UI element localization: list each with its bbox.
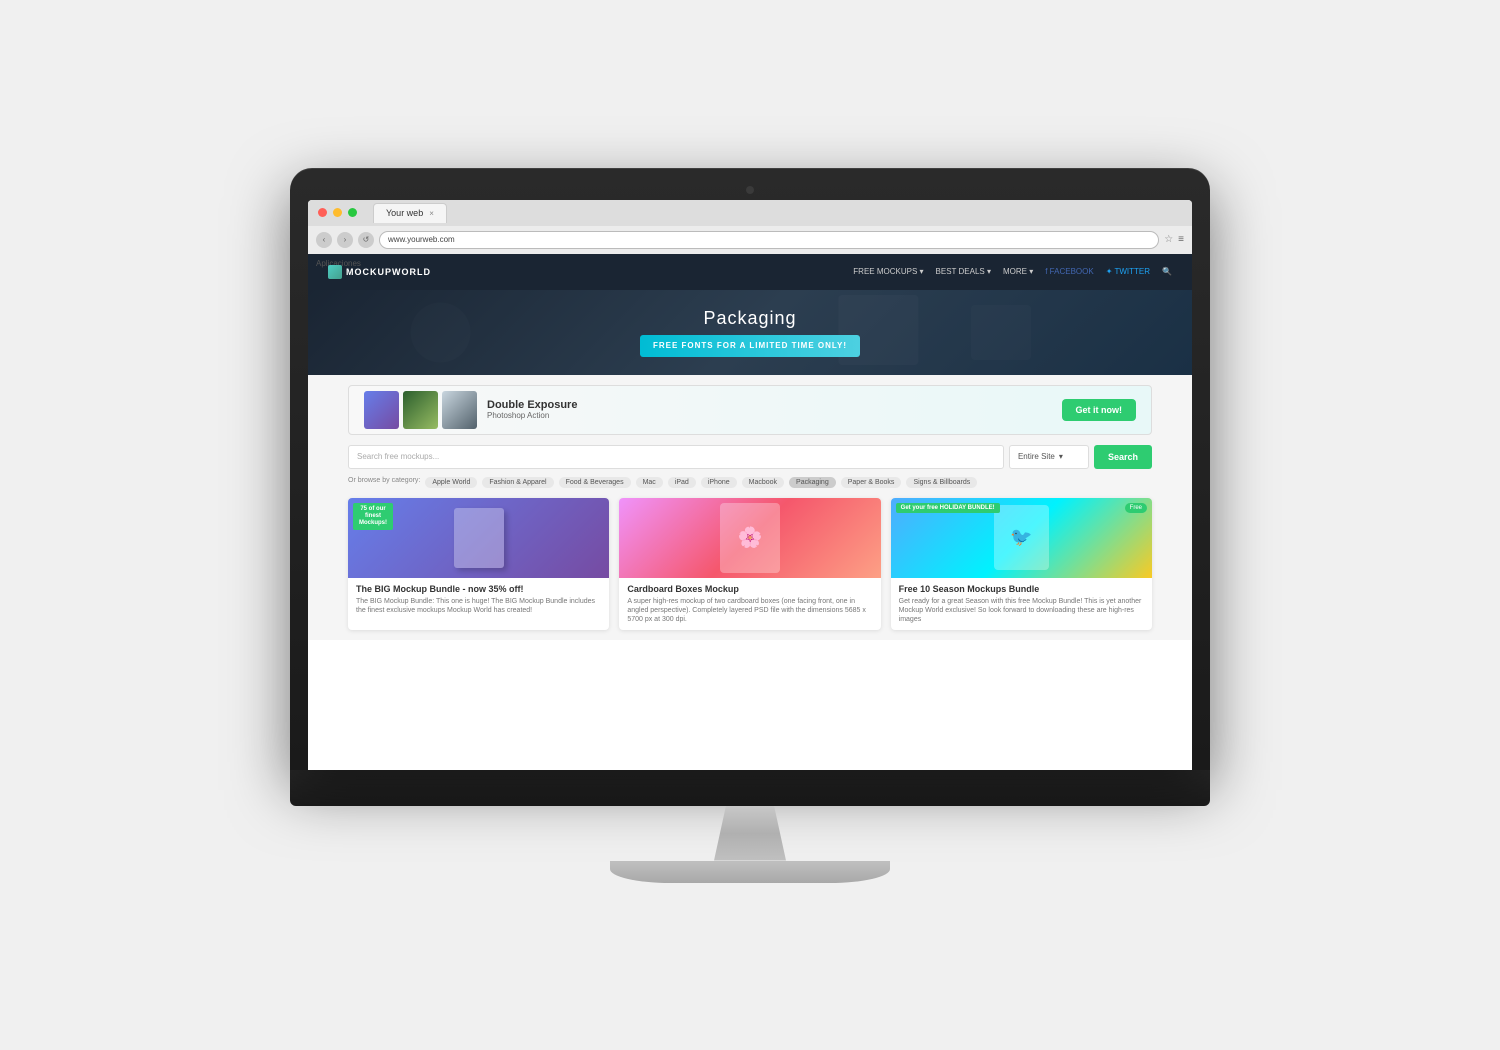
ad-text-block: Double Exposure Photoshop Action	[487, 399, 577, 420]
category-paper[interactable]: Paper & Books	[841, 477, 902, 488]
card-1-image: 75 of ourfinestMockups!	[348, 498, 609, 578]
site-nav: MOCKUPWORLD FREE MOCKUPS ▾ BEST DEALS ▾ …	[308, 254, 1192, 290]
url-text: www.yourweb.com	[388, 235, 455, 244]
search-placeholder: Search free mockups...	[357, 452, 439, 461]
card-2[interactable]: 🌸 Cardboard Boxes Mockup A super high-re…	[619, 498, 880, 630]
nav-links: FREE MOCKUPS ▾ BEST DEALS ▾ MORE ▾ f FAC…	[853, 267, 1172, 276]
card-1-mockup	[454, 508, 504, 568]
imac-screen: Your web × ‹ › ↺ www.yourweb.com ☆ ≡ Apl…	[308, 200, 1192, 770]
bookmark-icon[interactable]: ☆	[1164, 234, 1173, 245]
ad-photo-1	[364, 391, 399, 429]
ad-title: Double Exposure	[487, 399, 577, 411]
card-2-image: 🌸	[619, 498, 880, 578]
category-signs[interactable]: Signs & Billboards	[906, 477, 977, 488]
hero-bg	[308, 290, 1192, 375]
card-1-title: The BIG Mockup Bundle - now 35% off!	[356, 584, 601, 594]
minimize-window-button[interactable]	[333, 208, 342, 217]
nav-best-deals[interactable]: BEST DEALS ▾	[936, 267, 991, 276]
dropdown-arrow-icon: ▾	[1059, 452, 1063, 461]
card-1-body: The BIG Mockup Bundle - now 35% off! The…	[348, 578, 609, 621]
category-ipad[interactable]: iPad	[668, 477, 696, 488]
ad-banner: Double Exposure Photoshop Action Get it …	[348, 385, 1152, 435]
search-filter-label: Entire Site	[1018, 452, 1055, 461]
ad-photo-3	[442, 391, 477, 429]
card-2-mockup: 🌸	[720, 503, 780, 573]
logo-text: MOCKUPWORLD	[346, 267, 431, 277]
hero-banner-text: FREE FONTS FOR A LIMITED TIME ONLY!	[653, 341, 847, 350]
card-2-body: Cardboard Boxes Mockup A super high-res …	[619, 578, 880, 630]
card-3-free-badge: Free	[1125, 503, 1147, 513]
category-apple-world[interactable]: Apple World	[425, 477, 477, 488]
site-hero: Packaging FREE FONTS FOR A LIMITED TIME …	[308, 290, 1192, 375]
card-3-badge: Get your free HOLIDAY BUNDLE!	[896, 503, 1000, 513]
ad-photo-2	[403, 391, 438, 429]
card-1-desc: The BIG Mockup Bundle: This one is huge!…	[356, 597, 601, 615]
site-main: Double Exposure Photoshop Action Get it …	[308, 375, 1192, 640]
category-fashion[interactable]: Fashion & Apparel	[482, 477, 553, 488]
card-2-title: Cardboard Boxes Mockup	[627, 584, 872, 594]
card-3-title: Free 10 Season Mockups Bundle	[899, 584, 1144, 594]
ad-subtitle: Photoshop Action	[487, 411, 577, 420]
logo-icon	[328, 265, 342, 279]
nav-search-icon[interactable]: 🔍	[1162, 267, 1172, 276]
nav-more[interactable]: MORE ▾	[1003, 267, 1033, 276]
back-button[interactable]: ‹	[316, 232, 332, 248]
hero-banner[interactable]: FREE FONTS FOR A LIMITED TIME ONLY!	[640, 335, 860, 357]
ad-left: Double Exposure Photoshop Action	[364, 391, 577, 429]
nav-facebook[interactable]: f FACEBOOK	[1045, 267, 1093, 276]
imac-stand-neck	[690, 806, 810, 861]
ad-photos	[364, 391, 477, 429]
search-button[interactable]: Search	[1094, 445, 1152, 469]
card-2-desc: A super high-res mockup of two cardboard…	[627, 597, 872, 624]
refresh-button[interactable]: ↺	[358, 232, 374, 248]
site-logo[interactable]: MOCKUPWORLD	[328, 265, 431, 279]
card-3[interactable]: 🐦 Get your free HOLIDAY BUNDLE! Free Fre…	[891, 498, 1152, 630]
page-title: Packaging	[703, 308, 796, 329]
search-row: Search free mockups... Entire Site ▾ Sea…	[348, 445, 1152, 469]
browser-tab[interactable]: Your web ×	[373, 203, 447, 223]
imac-camera	[746, 186, 754, 194]
category-iphone[interactable]: iPhone	[701, 477, 737, 488]
close-window-button[interactable]	[318, 208, 327, 217]
nav-twitter[interactable]: ✦ TWITTER	[1106, 267, 1150, 276]
category-packaging[interactable]: Packaging	[789, 477, 836, 488]
category-row: Or browse by category: Apple World Fashi…	[348, 477, 1152, 488]
browser-titlebar: Your web ×	[308, 200, 1192, 226]
browser-menu-icon[interactable]: ≡	[1178, 234, 1184, 245]
card-3-desc: Get ready for a great Season with this f…	[899, 597, 1144, 624]
imac-screen-shell: Your web × ‹ › ↺ www.yourweb.com ☆ ≡ Apl…	[290, 168, 1210, 770]
card-3-image: 🐦 Get your free HOLIDAY BUNDLE! Free	[891, 498, 1152, 578]
tab-close-icon[interactable]: ×	[429, 209, 434, 218]
browser-toolbar: ‹ › ↺ www.yourweb.com ☆ ≡	[308, 226, 1192, 254]
imac-chin	[290, 770, 1210, 806]
imac-frame: Your web × ‹ › ↺ www.yourweb.com ☆ ≡ Apl…	[290, 168, 1210, 883]
address-bar[interactable]: www.yourweb.com	[379, 231, 1159, 249]
search-input-wrap[interactable]: Search free mockups...	[348, 445, 1004, 469]
card-1[interactable]: 75 of ourfinestMockups! The BIG Mockup B…	[348, 498, 609, 630]
imac-stand-base	[610, 861, 890, 883]
category-mac[interactable]: Mac	[636, 477, 663, 488]
browser-chrome: Your web × ‹ › ↺ www.yourweb.com ☆ ≡ Apl…	[308, 200, 1192, 254]
forward-button[interactable]: ›	[337, 232, 353, 248]
cards-grid: 75 of ourfinestMockups! The BIG Mockup B…	[348, 498, 1152, 630]
category-label: Or browse by category:	[348, 477, 420, 488]
nav-free-mockups[interactable]: FREE MOCKUPS ▾	[853, 267, 923, 276]
site-content: MOCKUPWORLD FREE MOCKUPS ▾ BEST DEALS ▾ …	[308, 254, 1192, 770]
card-3-mockup: 🐦	[994, 505, 1049, 570]
maximize-window-button[interactable]	[348, 208, 357, 217]
category-macbook[interactable]: Macbook	[742, 477, 784, 488]
card-1-badge: 75 of ourfinestMockups!	[353, 503, 393, 531]
card-2-img-inner: 🌸	[619, 498, 880, 578]
get-now-button[interactable]: Get it now!	[1062, 399, 1137, 421]
card-3-body: Free 10 Season Mockups Bundle Get ready …	[891, 578, 1152, 630]
category-food[interactable]: Food & Beverages	[559, 477, 631, 488]
tab-title: Your web	[386, 208, 423, 218]
search-filter-dropdown[interactable]: Entire Site ▾	[1009, 445, 1089, 469]
